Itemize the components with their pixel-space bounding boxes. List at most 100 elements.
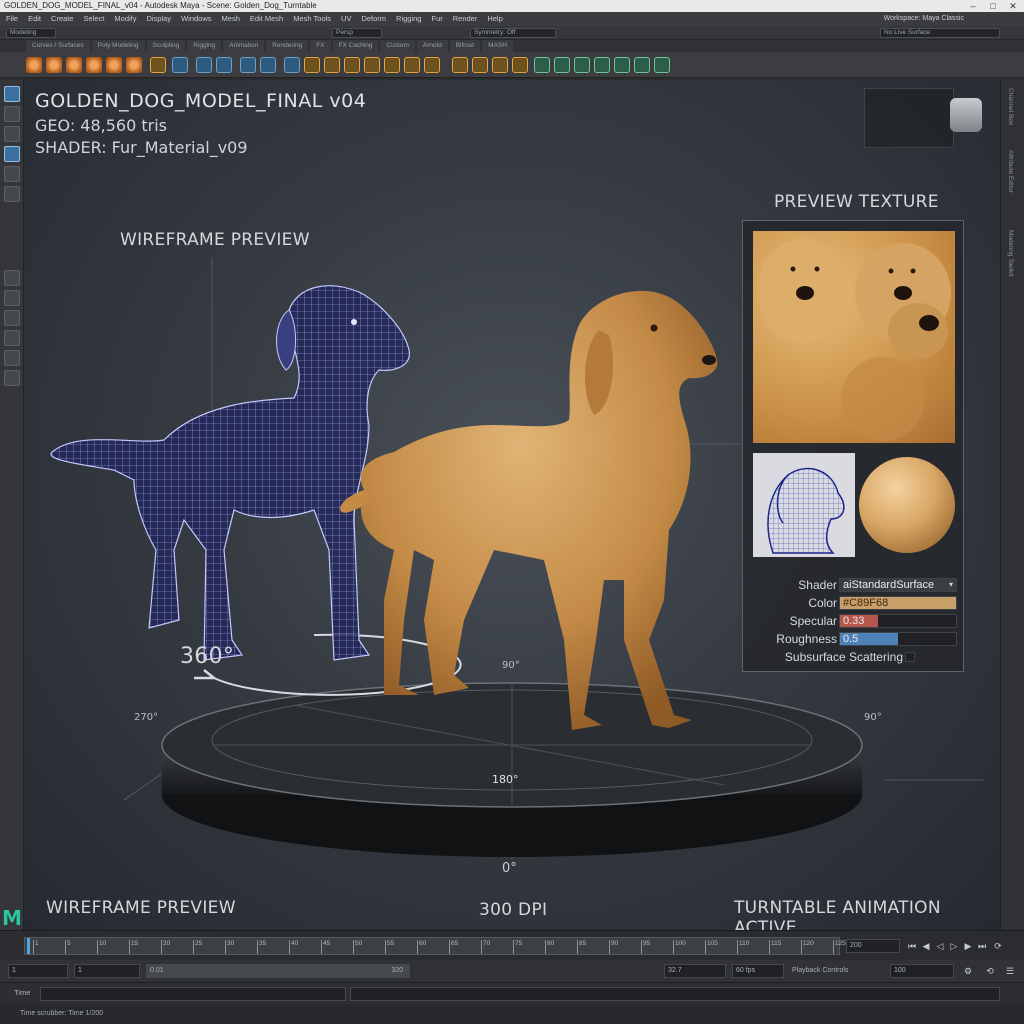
menu-item-deform[interactable]: Deform bbox=[361, 12, 386, 26]
go-to-end-icon[interactable]: ⏭ bbox=[976, 940, 988, 952]
bridge-icon[interactable] bbox=[344, 57, 360, 73]
current-frame-field[interactable]: 200 bbox=[846, 939, 900, 953]
lasso-tool-icon[interactable] bbox=[4, 106, 20, 122]
plane-icon[interactable] bbox=[106, 57, 122, 73]
workspace-label[interactable]: Workspace: Maya Classic bbox=[884, 12, 964, 26]
shelf-tab-curves-surfaces[interactable]: Curves / Surfaces bbox=[26, 40, 90, 52]
roughness-slider[interactable]: 0.5 bbox=[839, 632, 957, 646]
globe-icon[interactable] bbox=[240, 57, 256, 73]
menu-item-mesh-tools[interactable]: Mesh Tools bbox=[293, 12, 331, 26]
command-input[interactable] bbox=[40, 987, 346, 1001]
arnold-icon[interactable] bbox=[654, 57, 670, 73]
tab-channel-box[interactable]: Channel Box bbox=[1007, 88, 1014, 125]
single-view-icon[interactable] bbox=[4, 270, 20, 286]
smooth-icon[interactable] bbox=[492, 57, 508, 73]
symmetry-dropdown[interactable]: Symmetry: Off bbox=[470, 28, 556, 38]
character-set-icon[interactable]: ⚙ bbox=[962, 965, 974, 977]
range-slider-bar[interactable]: 0.01 320 bbox=[146, 964, 410, 978]
cube-icon[interactable] bbox=[46, 57, 62, 73]
start-time-field[interactable]: 1 bbox=[8, 964, 68, 978]
preferences-icon[interactable]: ☰ bbox=[1004, 965, 1016, 977]
ipr-icon[interactable] bbox=[554, 57, 570, 73]
menu-item-edit[interactable]: Edit bbox=[28, 12, 41, 26]
end-time-field[interactable]: 32.7 bbox=[664, 964, 726, 978]
grid-icon[interactable] bbox=[172, 57, 188, 73]
camera-icon[interactable] bbox=[634, 57, 650, 73]
view-cube-icon[interactable] bbox=[950, 98, 982, 132]
menu-item-uv[interactable]: UV bbox=[341, 12, 351, 26]
graph-view-icon[interactable] bbox=[4, 350, 20, 366]
playback-start-field[interactable]: 1 bbox=[74, 964, 140, 978]
sphere-icon[interactable] bbox=[26, 57, 42, 73]
multicut-icon[interactable] bbox=[452, 57, 468, 73]
tab-attribute-editor[interactable]: Attribute Editor bbox=[1007, 150, 1014, 193]
panel-field[interactable]: Persp bbox=[332, 28, 382, 38]
specular-slider[interactable]: 0.33 bbox=[839, 614, 957, 628]
close-icon[interactable]: ✕ bbox=[1006, 0, 1020, 12]
shelf-tab-arnold[interactable]: Arnold bbox=[416, 40, 448, 52]
move-icon[interactable] bbox=[216, 57, 232, 73]
mode-dropdown[interactable]: Modeling bbox=[6, 28, 56, 38]
maximize-icon[interactable]: □ bbox=[986, 0, 1000, 12]
step-back-icon[interactable]: ◀ bbox=[920, 940, 932, 952]
play-forward-icon[interactable]: ▷ bbox=[948, 940, 960, 952]
shelf-tab-fx-caching[interactable]: FX Caching bbox=[332, 40, 379, 52]
play-back-icon[interactable]: ◁ bbox=[934, 940, 946, 952]
rotate-tool-icon[interactable] bbox=[4, 166, 20, 182]
shelf-tab-mash[interactable]: MASH bbox=[482, 40, 513, 52]
bevel-icon[interactable] bbox=[324, 57, 340, 73]
scale-tool-icon[interactable] bbox=[4, 186, 20, 202]
render-settings-icon[interactable] bbox=[574, 57, 590, 73]
menu-item-windows[interactable]: Windows bbox=[181, 12, 211, 26]
shelf-tab-custom[interactable]: Custom bbox=[380, 40, 415, 52]
outliner-view-icon[interactable] bbox=[4, 330, 20, 346]
menu-item-fur[interactable]: Fur bbox=[431, 12, 442, 26]
menu-item-rigging[interactable]: Rigging bbox=[396, 12, 421, 26]
shelf-tab-animation[interactable]: Animation bbox=[223, 40, 265, 52]
combine-icon[interactable] bbox=[384, 57, 400, 73]
hypershade-view-icon[interactable] bbox=[4, 370, 20, 386]
separate-icon[interactable] bbox=[404, 57, 420, 73]
menu-item-help[interactable]: Help bbox=[487, 12, 502, 26]
shelf-tab-rendering[interactable]: Rendering bbox=[266, 40, 309, 52]
shelf-tab-rigging[interactable]: Rigging bbox=[187, 40, 222, 52]
four-view-icon[interactable] bbox=[4, 290, 20, 306]
select-tool-icon[interactable] bbox=[4, 86, 20, 102]
target-weld-icon[interactable] bbox=[512, 57, 528, 73]
pen-icon[interactable] bbox=[150, 57, 166, 73]
edge-loop-icon[interactable] bbox=[472, 57, 488, 73]
menu-item-select[interactable]: Select bbox=[84, 12, 105, 26]
menu-item-create[interactable]: Create bbox=[51, 12, 74, 26]
menu-item-render[interactable]: Render bbox=[453, 12, 478, 26]
sss-checkbox[interactable] bbox=[905, 652, 915, 662]
render-icon[interactable] bbox=[534, 57, 550, 73]
extrude-icon[interactable] bbox=[304, 57, 320, 73]
minimize-icon[interactable]: – bbox=[966, 0, 980, 12]
step-forward-icon[interactable]: ▶ bbox=[962, 940, 974, 952]
mirror-icon[interactable] bbox=[424, 57, 440, 73]
light-icon[interactable] bbox=[614, 57, 630, 73]
move-tool-icon[interactable] bbox=[4, 146, 20, 162]
menu-item-display[interactable]: Display bbox=[147, 12, 172, 26]
menu-item-mesh[interactable]: Mesh bbox=[222, 12, 240, 26]
tab-modeling-toolkit[interactable]: Modeling Toolkit bbox=[1007, 230, 1014, 277]
hypershade-icon[interactable] bbox=[594, 57, 610, 73]
current-time-marker[interactable] bbox=[27, 938, 30, 954]
viewport[interactable]: 90° 270° 90° 180° 0° GOLDEN_DOG_MODEL_FI… bbox=[24, 80, 1000, 930]
fill-hole-icon[interactable] bbox=[364, 57, 380, 73]
fps-dropdown[interactable]: 60 fps bbox=[732, 964, 784, 978]
layers-icon[interactable] bbox=[196, 57, 212, 73]
color-swatch[interactable]: #C89F68 bbox=[839, 596, 957, 610]
live-surface-field[interactable]: No Live Surface bbox=[880, 28, 1000, 38]
torus-icon[interactable] bbox=[126, 57, 142, 73]
time-slider-track[interactable]: 1 5 10 15 20 25 30 35 40 45 50 55 60 65 70 75 80 85 90 95 10… bbox=[24, 937, 846, 955]
menu-item-file[interactable]: File bbox=[6, 12, 18, 26]
target-icon[interactable] bbox=[260, 57, 276, 73]
paint-select-icon[interactable] bbox=[4, 126, 20, 142]
menu-item-edit-mesh[interactable]: Edit Mesh bbox=[250, 12, 283, 26]
cylinder-icon[interactable] bbox=[66, 57, 82, 73]
shader-dropdown[interactable]: aiStandardSurface ▾ bbox=[839, 578, 957, 592]
uv-icon[interactable] bbox=[284, 57, 300, 73]
playback-speed-dropdown[interactable]: 100 bbox=[890, 964, 954, 978]
two-view-icon[interactable] bbox=[4, 310, 20, 326]
